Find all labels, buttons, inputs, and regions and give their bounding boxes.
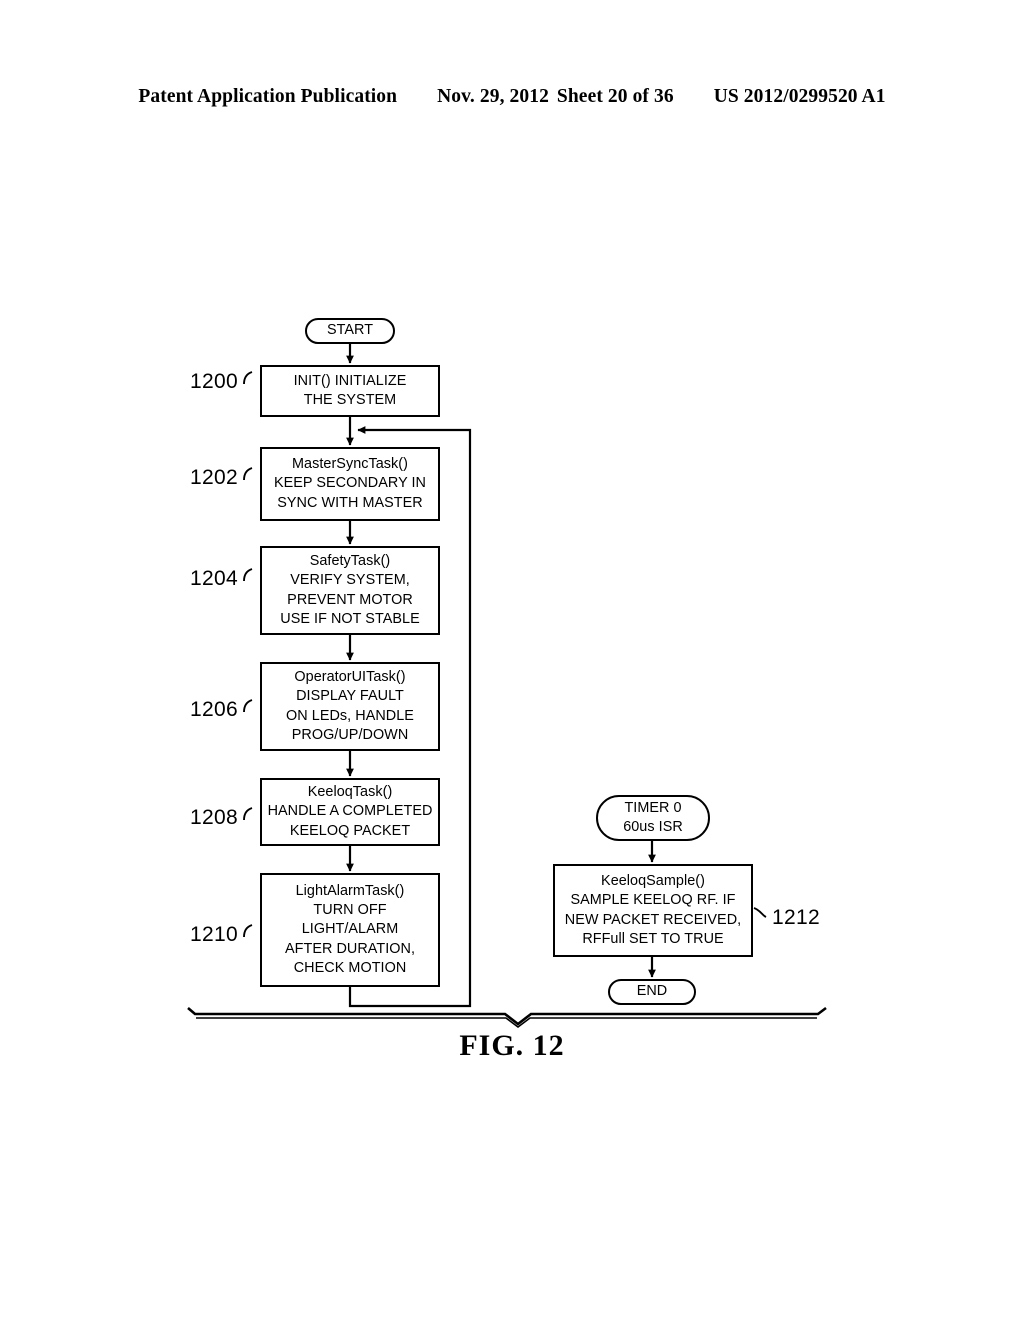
node-end-label: END (636, 983, 668, 1000)
node-safety-line-1: SafetyTask() (309, 553, 391, 570)
node-operator-ui-line-1: OperatorUITask() (294, 669, 406, 686)
node-operator-ui-line-3: ON LEDs, HANDLE (286, 707, 414, 724)
node-timer-isr[interactable]: TIMER 0 60us ISR (596, 795, 710, 841)
node-light-alarm-line-2: TURN OFF (313, 902, 387, 919)
node-master-sync-line-3: SYNC WITH MASTER (277, 494, 423, 511)
node-timer-isr-line-1: TIMER 0 (624, 799, 682, 816)
node-operator-ui-line-4: PROG/UP/DOWN (291, 726, 409, 743)
node-light-alarm-line-5: CHECK MOTION (293, 959, 407, 976)
refnum-1208: 1208 (190, 806, 238, 829)
node-safety-task[interactable]: SafetyTask() VERIFY SYSTEM, PREVENT MOTO… (260, 546, 440, 635)
refnum-1212: 1212 (772, 906, 820, 929)
sheet-bottom-rule (187, 1006, 827, 1028)
node-init[interactable]: INIT() INITIALIZE THE SYSTEM (260, 365, 440, 417)
node-light-alarm-task[interactable]: LightAlarmTask() TURN OFF LIGHT/ALARM AF… (260, 873, 440, 987)
node-keeloq-sample-line-4: RFFull SET TO TRUE (582, 930, 724, 947)
figure-12-flowchart: START INIT() INITIALIZE THE SYSTEM 1200 … (0, 0, 1024, 1320)
node-keeloq-sample[interactable]: KeeloqSample() SAMPLE KEELOQ RF. IF NEW … (553, 864, 753, 957)
node-safety-line-2: VERIFY SYSTEM, (290, 572, 410, 589)
node-master-sync-line-1: MasterSyncTask() (292, 456, 408, 473)
node-keeloq-sample-line-1: KeeloqSample() (601, 873, 705, 890)
figure-caption: FIG. 12 (459, 1029, 565, 1062)
node-end[interactable]: END (608, 979, 696, 1005)
node-keeloq-task-line-2: HANDLE A COMPLETED (267, 803, 433, 820)
node-keeloq-sample-line-2: SAMPLE KEELOQ RF. IF (570, 892, 736, 909)
refnum-1210: 1210 (190, 923, 238, 946)
refnum-1202: 1202 (190, 466, 238, 489)
node-safety-line-4: USE IF NOT STABLE (280, 610, 420, 627)
node-operator-ui-line-2: DISPLAY FAULT (296, 688, 404, 705)
node-keeloq-sample-line-3: NEW PACKET RECEIVED, (564, 911, 742, 928)
node-keeloq-task-line-3: KEELOQ PACKET (289, 822, 411, 839)
node-keeloq-task-line-1: KeeloqTask() (307, 784, 393, 801)
node-operator-ui-task[interactable]: OperatorUITask() DISPLAY FAULT ON LEDs, … (260, 662, 440, 751)
flowchart-connectors (187, 344, 827, 1028)
node-light-alarm-line-4: AFTER DURATION, (285, 940, 415, 957)
node-start[interactable]: START (305, 318, 395, 344)
node-light-alarm-line-1: LightAlarmTask() (295, 882, 405, 899)
refnum-1204: 1204 (190, 567, 238, 590)
node-master-sync-line-2: KEEP SECONDARY IN (273, 475, 426, 492)
node-init-line-2: THE SYSTEM (303, 392, 397, 408)
node-safety-line-3: PREVENT MOTOR (287, 591, 413, 608)
node-init-line-1: INIT() INITIALIZE (293, 372, 407, 389)
node-master-sync-task[interactable]: MasterSyncTask() KEEP SECONDARY IN SYNC … (260, 447, 440, 521)
refnum-1206: 1206 (190, 698, 238, 721)
refnum-1200: 1200 (190, 370, 238, 393)
node-keeloq-task[interactable]: KeeloqTask() HANDLE A COMPLETED KEELOQ P… (260, 778, 440, 846)
node-timer-isr-line-2: 60us ISR (623, 819, 683, 835)
node-light-alarm-line-3: LIGHT/ALARM (301, 921, 399, 938)
node-start-label: START (326, 322, 374, 339)
